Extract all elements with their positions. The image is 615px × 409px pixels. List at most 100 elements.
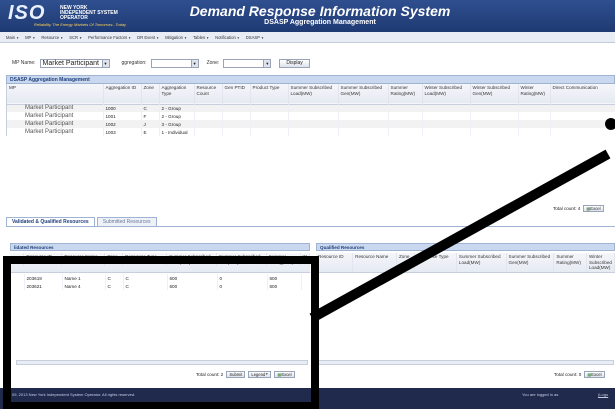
cell-response-type: C — [123, 282, 168, 290]
menu-dsasp[interactable]: DSASP▼ — [246, 35, 264, 40]
menu-mp[interactable]: MP▼ — [25, 35, 35, 40]
cell-mp: Market Participant — [7, 120, 104, 128]
col-resource-name[interactable]: Resource Name — [352, 253, 397, 272]
chevron-down-icon: ▼ — [263, 59, 271, 67]
cell-zone: E — [141, 128, 160, 136]
cell-aggregation-type: 3 - Group — [159, 120, 195, 128]
cell-mp: Market Participant — [7, 112, 104, 120]
chevron-down-icon: ▼ — [190, 59, 198, 67]
tab-validated-qualified[interactable]: Validated & Qualified Resources — [6, 217, 95, 226]
tab-submitted[interactable]: Submitted Resources — [96, 217, 157, 226]
table-row[interactable]: Market Participant 1003 E 1 - Individual — [7, 128, 615, 136]
col-summer-sub-gen[interactable]: Summer Subscribed Gen(MW) — [216, 253, 267, 266]
cell-zone: F — [141, 112, 160, 120]
mp-name-select[interactable]: Market Participant ▼ — [39, 58, 110, 68]
mp-name-label: MP Name: — [12, 60, 36, 66]
chevron-down-icon: ▼ — [60, 35, 64, 40]
col-zone[interactable]: Zone — [141, 84, 160, 104]
validated-total-count: Total count: 2 — [196, 371, 224, 377]
menu-dr-event[interactable]: DR Event▼ — [137, 35, 159, 40]
menu-tables[interactable]: Tables▼ — [193, 35, 209, 40]
zone-select[interactable]: ▼ — [223, 58, 272, 68]
validated-grid-body: 203619 Name 1 C C 600 0 600 203621 Name … — [10, 274, 310, 290]
chevron-down-icon: ▼ — [101, 59, 109, 67]
col-resource-count[interactable]: Resource Count — [194, 84, 223, 104]
cell-resource-name: Name 1 — [62, 274, 106, 282]
menu-scr[interactable]: SCR▼ — [69, 35, 82, 40]
col-mp[interactable]: MP — [7, 84, 104, 104]
col-winter-sub-load[interactable]: Winter Subscribed Load(MW) — [422, 84, 471, 104]
col-summer-rating[interactable]: Summer Rating(MW) — [388, 84, 423, 104]
cell-summer-rating: 600 — [267, 282, 302, 290]
col-aggregation-type[interactable]: Aggregation Type — [159, 84, 195, 104]
page-footer: 09, 2013 New York Independent System Ope… — [0, 388, 615, 409]
chevron-down-icon: ▼ — [156, 35, 160, 40]
annotation-arrow-line — [309, 149, 611, 323]
chevron-down-icon: ▼ — [16, 35, 20, 40]
qualified-grid-header: Resource ID Resource Name Zone Response … — [316, 253, 615, 273]
col-response-type[interactable]: Response Type — [122, 253, 167, 266]
table-row[interactable]: 203619 Name 1 C C 600 0 600 — [10, 274, 302, 282]
cell-aggregation-type: 1 - Individual — [159, 128, 195, 136]
col-response-type[interactable]: Response Type — [414, 253, 457, 272]
table-row[interactable]: Market Participant 1002 J 3 - Group — [7, 120, 615, 128]
col-summer-sub-load[interactable]: Summer Subscribed Load(MW) — [288, 84, 339, 104]
table-row[interactable]: Market Participant 1001 F 2 - Group — [7, 112, 615, 120]
filter-bar: MP Name: Market Participant ▼ ggregation… — [0, 52, 615, 74]
cell-response-type: C — [123, 274, 168, 282]
aggregation-excel-button[interactable]: ▦ Excel — [583, 204, 604, 212]
col-aggregation-id[interactable]: Aggregation ID — [103, 84, 142, 104]
chevron-down-icon: ▼ — [79, 35, 83, 40]
qualified-excel-button[interactable]: ▦ Excel — [584, 370, 605, 378]
col-resource-name[interactable]: Resource Name — [61, 253, 106, 266]
logged-in-text: You are logged in as — [522, 392, 559, 397]
menu-notification[interactable]: Notification▼ — [215, 35, 240, 40]
col-summer-sub-load[interactable]: Summer Subscribed Load(MW) — [166, 253, 217, 266]
cell-resource-id: 203621 — [24, 282, 63, 290]
table-row[interactable]: 203621 Name 4 C C 600 0 600 — [10, 282, 302, 290]
menu-mitigation[interactable]: Mitigation▼ — [165, 35, 187, 40]
col-winter-rating[interactable]: Winter Rating(MW) — [518, 84, 551, 104]
cell-summer-sub-load: 600 — [167, 274, 218, 282]
col-summer-sub-gen[interactable]: Summer Subscribed Gen(MW) — [506, 253, 555, 272]
col-resource-id[interactable]: Resource ID — [316, 253, 354, 272]
aggregation-select[interactable]: ▼ — [150, 58, 199, 68]
col-summer-rating[interactable]: Summer Rating(MW) — [266, 253, 301, 266]
validated-scrollbar[interactable] — [16, 360, 308, 365]
col-winter-truncated[interactable]: W — [300, 253, 311, 266]
qualified-panel-title: Qualified Resources — [316, 243, 615, 251]
cell-mp: Market Participant — [7, 104, 104, 112]
cell-zone: C — [105, 282, 124, 290]
col-summer-rating[interactable]: Summer Rating(MW) — [553, 253, 587, 272]
qualified-total-count: Total count: 0 — [554, 371, 582, 377]
cell-aggregation-type: 2 - Group — [159, 112, 195, 120]
validated-excel-button[interactable]: ▦ Excel — [274, 370, 295, 378]
col-summer-sub-gen[interactable]: Summer Subscribed Gen(MW) — [338, 84, 389, 104]
col-gen-ptid[interactable]: Gen PTID — [222, 84, 251, 104]
col-summer-sub-load[interactable]: Summer Subscribed Load(MW) — [456, 253, 507, 272]
legend-button[interactable]: Legend ▼ — [248, 370, 272, 378]
menu-resource[interactable]: Resource▼ — [41, 35, 63, 40]
cell-summer-sub-load: 600 — [167, 282, 218, 290]
aggregation-total-count: Total count: 4 — [553, 205, 581, 211]
menu-performance-factors[interactable]: Performance Factors▼ — [88, 35, 131, 40]
col-select[interactable] — [10, 253, 25, 266]
col-zone[interactable]: Zone — [104, 253, 124, 266]
col-direct-communication[interactable]: Direct Communication — [550, 84, 615, 104]
display-button[interactable]: Display — [279, 58, 310, 68]
col-winter-sub-gen[interactable]: Winter Subscribed Gen(MW) — [470, 84, 519, 104]
chevron-down-icon: ▼ — [260, 35, 264, 40]
qualified-scrollbar[interactable] — [318, 360, 614, 365]
menu-main[interactable]: Main▼ — [6, 35, 19, 40]
submit-button[interactable]: Submit — [226, 370, 246, 378]
col-zone[interactable]: Zone — [396, 253, 415, 272]
col-product-type[interactable]: Product Type — [250, 84, 289, 104]
col-resource-id[interactable]: Resource ID — [23, 253, 63, 266]
table-row[interactable]: Market Participant 1000 C 2 - Group — [7, 104, 615, 112]
chevron-down-icon: ▼ — [206, 35, 210, 40]
cell-summer-sub-gen: 0 — [217, 282, 268, 290]
logout-link[interactable]: (Logo — [598, 392, 608, 397]
logo-subtitle: NEW YORK INDEPENDENT SYSTEM OPERATOR — [60, 5, 118, 21]
cell-resource-name: Name 4 — [62, 282, 106, 290]
col-winter-sub-load[interactable]: Winter Subscribed Load(MW) — [586, 253, 615, 272]
